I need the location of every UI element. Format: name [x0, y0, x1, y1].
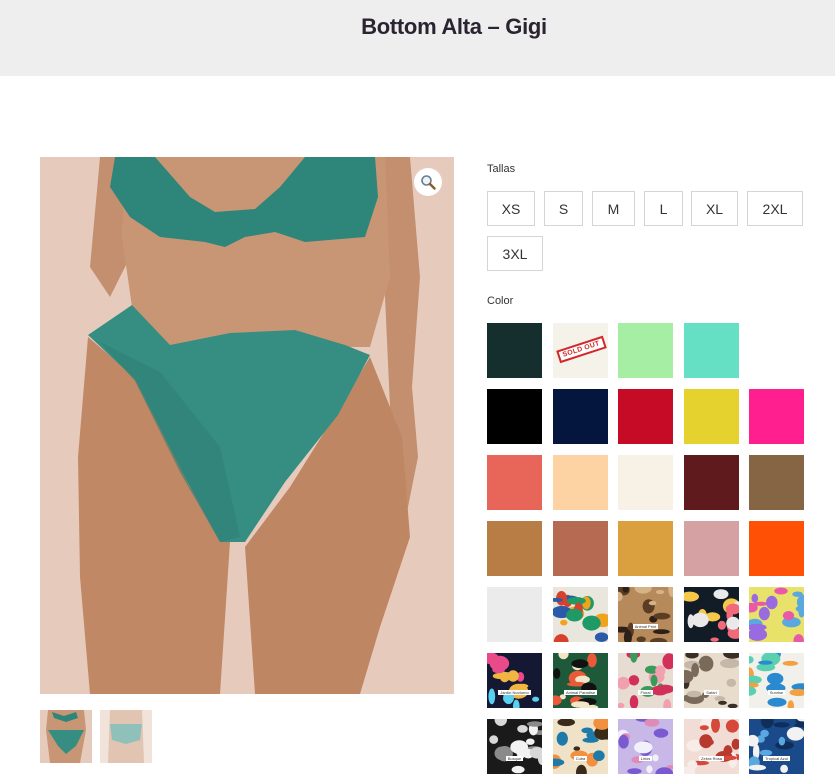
color-swatch-14[interactable] — [684, 455, 739, 510]
size-option-xs[interactable]: XS — [487, 191, 535, 226]
color-swatch-18[interactable] — [618, 521, 673, 576]
print-pattern — [749, 587, 804, 642]
color-swatch-13[interactable] — [618, 455, 673, 510]
color-swatch-19[interactable] — [684, 521, 739, 576]
color-swatch-23[interactable]: Animal Print — [618, 587, 673, 642]
color-swatch-29[interactable]: Safari — [684, 653, 739, 708]
color-swatch-3[interactable] — [618, 323, 673, 378]
color-swatch-17[interactable] — [553, 521, 608, 576]
sizes-label: Tallas — [487, 163, 516, 175]
thumbnail-image — [40, 710, 92, 763]
size-option-2xl[interactable]: 2XL — [747, 191, 803, 226]
color-swatch-8[interactable] — [618, 389, 673, 444]
color-label: Color — [487, 295, 514, 307]
color-swatch-21[interactable] — [487, 587, 542, 642]
print-name-label: Bosque — [505, 756, 524, 761]
color-swatch-24[interactable] — [684, 587, 739, 642]
color-swatch-28[interactable]: Floral — [618, 653, 673, 708]
print-name-label: Sunrise — [767, 690, 786, 695]
product-thumbnail-1[interactable] — [40, 710, 92, 763]
sold-out-stamp: SOLD OUT — [556, 335, 607, 364]
color-swatch-31[interactable]: Bosque — [487, 719, 542, 774]
print-name-label: Safari — [704, 690, 719, 695]
magnifier-icon — [421, 175, 436, 190]
color-swatch-35[interactable]: Tropical Azul — [749, 719, 804, 774]
color-swatch-6[interactable] — [487, 389, 542, 444]
color-swatch-27[interactable]: Animal Paradise — [553, 653, 608, 708]
color-swatch-32[interactable]: Cuba — [553, 719, 608, 774]
print-name-label: Lirios — [638, 756, 653, 761]
zoom-button[interactable] — [414, 168, 442, 196]
color-swatch-12[interactable] — [553, 455, 608, 510]
color-swatch-4[interactable] — [684, 323, 739, 378]
color-swatch-5[interactable] — [749, 323, 804, 378]
print-name-label: Jardín Nocturno — [498, 690, 531, 695]
color-swatch-16[interactable] — [487, 521, 542, 576]
color-swatch-30[interactable]: Sunrise — [749, 653, 804, 708]
color-swatch-1[interactable] — [487, 323, 542, 378]
print-name-label: Animal Paradise — [563, 690, 598, 695]
print-pattern — [553, 587, 608, 642]
color-swatch-9[interactable] — [684, 389, 739, 444]
color-swatch-11[interactable] — [487, 455, 542, 510]
color-swatch-25[interactable] — [749, 587, 804, 642]
color-swatch-7[interactable] — [553, 389, 608, 444]
page-title: Bottom Alta – Gigi — [361, 14, 547, 39]
size-option-3xl[interactable]: 3XL — [487, 236, 543, 271]
color-swatch-20[interactable] — [749, 521, 804, 576]
print-name-label: Animal Print — [632, 624, 659, 629]
size-option-l[interactable]: L — [644, 191, 683, 226]
print-name-label: Floral — [638, 690, 653, 695]
print-name-label: Cuba — [573, 756, 588, 761]
color-swatch-33[interactable]: Lirios — [618, 719, 673, 774]
color-swatch-34[interactable]: Zebra Rosa — [684, 719, 739, 774]
color-swatch-2[interactable]: SOLD OUT — [553, 323, 608, 378]
color-swatch-10[interactable] — [749, 389, 804, 444]
print-pattern — [684, 587, 739, 642]
color-swatch-22[interactable] — [553, 587, 608, 642]
print-name-label: Tropical Azul — [763, 756, 790, 761]
thumbnail-image — [100, 710, 152, 763]
color-swatch-15[interactable] — [749, 455, 804, 510]
print-name-label: Zebra Rosa — [699, 756, 724, 761]
size-option-m[interactable]: M — [592, 191, 635, 226]
color-swatch-26[interactable]: Jardín Nocturno — [487, 653, 542, 708]
product-photo — [40, 157, 454, 694]
size-option-xl[interactable]: XL — [691, 191, 738, 226]
size-option-s[interactable]: S — [544, 191, 583, 226]
product-thumbnail-2[interactable] — [100, 710, 152, 763]
product-main-image[interactable] — [40, 157, 454, 694]
